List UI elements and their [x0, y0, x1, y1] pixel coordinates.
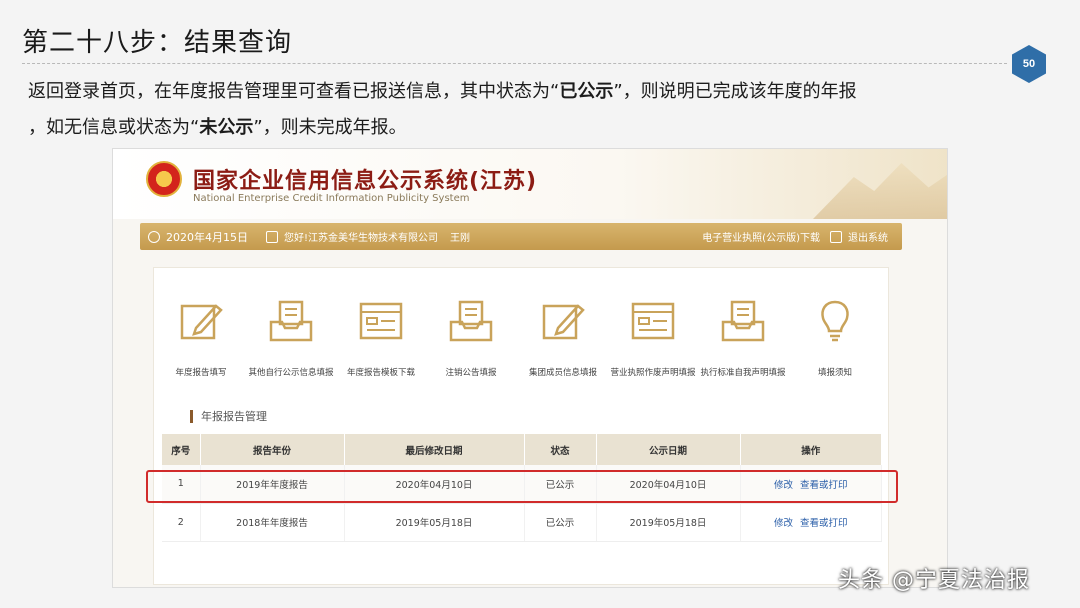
clock-icon	[148, 230, 160, 243]
logout-icon	[830, 230, 842, 243]
tile-label: 集团成员信息填报	[528, 368, 597, 378]
company-greeting: 您好!江苏金美华生物技术有限公司	[284, 233, 439, 244]
tile-license-void[interactable]: 营业执照作废声明填报	[608, 298, 698, 378]
user-name: 王刚	[450, 233, 471, 244]
watermark: 头条 @宁夏法治报	[838, 568, 1030, 593]
form-template-icon	[358, 298, 404, 344]
view-print-link[interactable]: 查看或打印	[800, 518, 848, 529]
website-screenshot: 国家企业信用信息公示系统(江苏) National Enterprise Cre…	[112, 148, 948, 588]
column-header: 序号	[162, 434, 201, 465]
table-header-row: 序号 报告年份 最后修改日期 状态 公示日期 操作	[162, 434, 882, 465]
slide-description: 返回登录首页，在年度报告管理里可查看已报送信息，其中状态为“已公示”，则说明已完…	[28, 74, 1018, 146]
lightbulb-icon	[812, 298, 858, 344]
cell-published: 2019年05月18日	[596, 503, 741, 542]
license-download-link[interactable]: 电子营业执照(公示版)下载	[702, 229, 820, 244]
desc-bold-unpublished: 未公示	[199, 117, 254, 138]
column-header: 状态	[524, 434, 597, 465]
desc-text: 返回登录首页，在年度报告管理里可查看已报送信息，其中状态为“	[28, 81, 560, 102]
tile-standard-declaration[interactable]: 执行标准自我声明填报	[698, 298, 788, 378]
tile-label: 营业执照作废声明填报	[610, 368, 696, 378]
user-icon	[266, 230, 278, 243]
column-header: 公示日期	[596, 434, 741, 465]
section-title: 年报报告管理	[190, 410, 267, 423]
desc-text: ，如无信息或状态为“	[28, 117, 200, 138]
title-divider	[22, 63, 1007, 64]
tile-other-disclosure[interactable]: 其他自行公示信息填报	[246, 298, 336, 378]
cell-status: 已公示	[524, 503, 597, 542]
current-date: 2020年4月15日	[166, 230, 248, 244]
tile-annual-report-fill[interactable]: 年度报告填写	[156, 298, 246, 378]
table-row: 2 2018年年度报告 2019年05月18日 已公示 2019年05月18日 …	[162, 503, 882, 542]
tile-label: 注销公告填报	[445, 368, 497, 378]
tray-document-icon	[448, 298, 494, 344]
column-header: 最后修改日期	[344, 434, 525, 465]
edit-link[interactable]: 修改	[774, 518, 793, 529]
tile-cancellation-notice[interactable]: 注销公告填报	[426, 298, 516, 378]
desc-bold-published: 已公示	[559, 81, 614, 102]
slide-title: 第二十八步：结果查询	[22, 28, 293, 58]
mountain-decoration-icon	[813, 163, 947, 219]
tile-label: 执行标准自我声明填报	[700, 368, 786, 378]
edit-form-icon	[540, 298, 586, 344]
cell-actions: 修改 查看或打印	[740, 503, 882, 542]
cell-modified: 2019年05月18日	[344, 503, 525, 542]
column-header: 操作	[740, 434, 882, 465]
column-header: 报告年份	[200, 434, 345, 465]
tile-template-download[interactable]: 年度报告模板下载	[336, 298, 426, 378]
site-name-en: National Enterprise Credit Information P…	[193, 193, 470, 204]
desc-text: ”，则未完成年报。	[253, 117, 407, 138]
tile-label: 年度报告模板下载	[346, 368, 415, 378]
tile-filling-guide[interactable]: 填报须知	[790, 298, 880, 378]
tile-label: 其他自行公示信息填报	[248, 368, 334, 378]
national-emblem-icon	[146, 161, 182, 197]
tray-document-icon	[268, 298, 314, 344]
tray-document-icon	[720, 298, 766, 344]
function-tiles: 年度报告填写 其他自行公示信息填报 年度报告模板下载 注销公告填报 集团成员信息…	[154, 298, 890, 378]
annual-report-panel: 年度报告填写 其他自行公示信息填报 年度报告模板下载 注销公告填报 集团成员信息…	[153, 267, 889, 585]
tile-group-member[interactable]: 集团成员信息填报	[518, 298, 608, 378]
desc-text: ”，则说明已完成该年度的年报	[613, 81, 857, 102]
site-header: 国家企业信用信息公示系统(江苏) National Enterprise Cre…	[113, 149, 947, 219]
edit-form-icon	[178, 298, 224, 344]
cell-no: 2	[162, 503, 201, 542]
logout-link[interactable]: 退出系统	[848, 229, 888, 244]
form-template-icon	[630, 298, 676, 344]
tile-label: 年度报告填写	[175, 368, 227, 378]
row-highlight-box	[146, 470, 898, 503]
cell-year: 2018年年度报告	[200, 503, 345, 542]
site-name: 国家企业信用信息公示系统(江苏)	[193, 169, 538, 194]
user-info-bar: 2020年4月15日 您好!江苏金美华生物技术有限公司 王刚 电子营业执照(公示…	[140, 223, 902, 250]
tile-label: 填报须知	[817, 368, 852, 378]
